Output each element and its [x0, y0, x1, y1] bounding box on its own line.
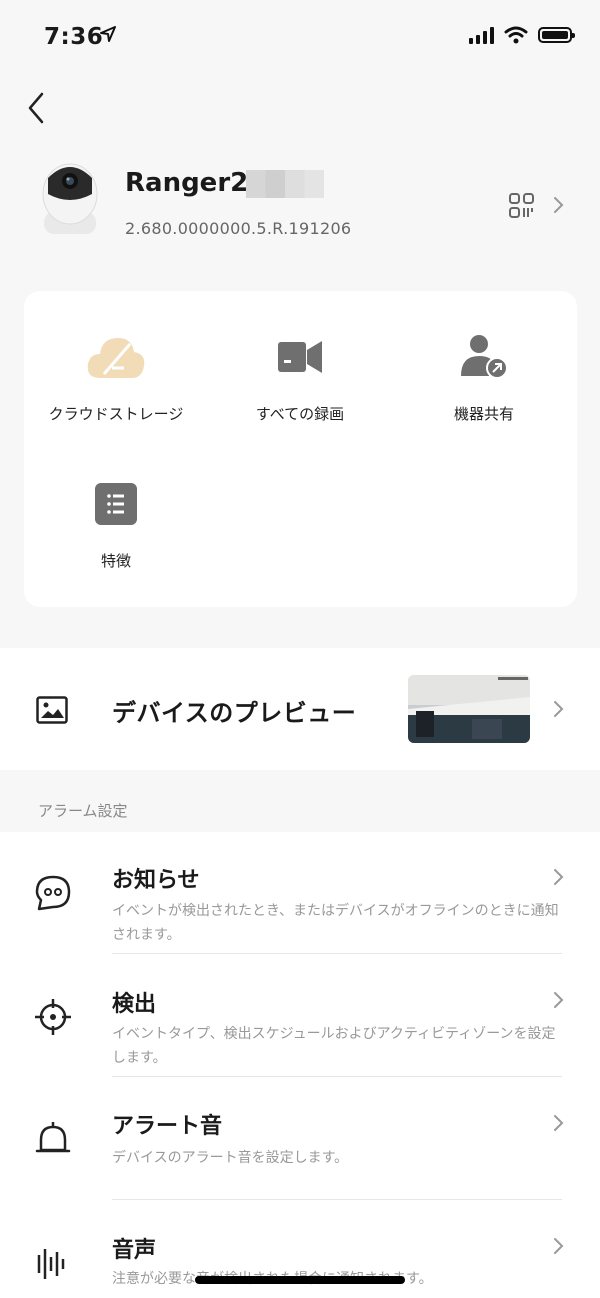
cloud-storage-icon — [87, 338, 145, 378]
all-recordings-label: すべての録画 — [255, 405, 345, 423]
device-name-redaction — [246, 170, 324, 198]
feature-list-icon — [95, 483, 137, 525]
status-time: 7:36 — [44, 24, 104, 50]
divider — [112, 1199, 562, 1200]
home-indicator[interactable] — [195, 1276, 405, 1284]
wifi-icon — [504, 26, 528, 44]
notifications-desc: イベントが検出されたとき、またはデバイスがオフラインのときに通知されます。 — [112, 903, 559, 943]
notifications-title: お知らせ — [112, 868, 200, 893]
divider — [112, 1076, 562, 1077]
device-share-label: 機器共有 — [453, 405, 514, 423]
status-icons — [469, 26, 575, 44]
chevron-right-icon[interactable] — [552, 991, 566, 1009]
bell-icon — [35, 1122, 71, 1153]
back-button[interactable] — [22, 88, 52, 128]
location-arrow-icon — [100, 26, 116, 42]
features-label: 特徴 — [100, 552, 131, 570]
sound-title: 音声 — [112, 1238, 157, 1263]
alarm-settings-section-label: アラーム設定 — [38, 802, 128, 820]
chevron-right-icon[interactable] — [552, 1237, 566, 1255]
quick-actions-card: クラウドストレージ すべての録画 機器共有 特徴 — [24, 291, 577, 607]
sound-wave-icon — [37, 1249, 65, 1279]
device-preview-title: デバイスのプレビュー — [112, 699, 357, 727]
divider — [112, 953, 562, 954]
firmware-version: 2.680.0000000.5.R.191206 — [125, 219, 352, 238]
alert-sound-desc: デバイスのアラート音を設定します。 — [112, 1150, 349, 1166]
crosshair-icon — [35, 999, 71, 1035]
share-user-icon — [461, 335, 508, 379]
video-camera-icon — [278, 341, 322, 373]
camera-device-image — [42, 163, 98, 234]
cloud-storage-label: クラウドストレージ — [48, 405, 184, 423]
chat-bubble-icon — [35, 875, 71, 911]
setting-alert-sound[interactable] — [0, 1091, 600, 1199]
cloud-storage-button[interactable]: クラウドストレージ — [24, 327, 208, 424]
chevron-right-icon[interactable] — [552, 700, 566, 718]
chevron-right-icon[interactable] — [552, 1114, 566, 1132]
features-button[interactable]: 特徴 — [24, 474, 208, 571]
alert-sound-title: アラート音 — [112, 1114, 223, 1139]
detection-desc: イベントタイプ、検出スケジュールおよびアクティビティゾーンを設定します。 — [112, 1026, 556, 1066]
detection-title: 検出 — [112, 992, 157, 1017]
battery-icon — [538, 27, 575, 43]
signal-icon — [469, 26, 494, 44]
device-name: Ranger2- — [125, 168, 260, 198]
device-share-button[interactable]: 機器共有 — [392, 327, 576, 424]
qr-code-button[interactable] — [508, 192, 536, 220]
camera-preview-thumbnail[interactable] — [408, 675, 530, 743]
chevron-right-icon[interactable] — [552, 196, 566, 214]
all-recordings-button[interactable]: すべての録画 — [208, 327, 392, 424]
chevron-right-icon[interactable] — [552, 868, 566, 886]
image-icon — [36, 696, 68, 724]
